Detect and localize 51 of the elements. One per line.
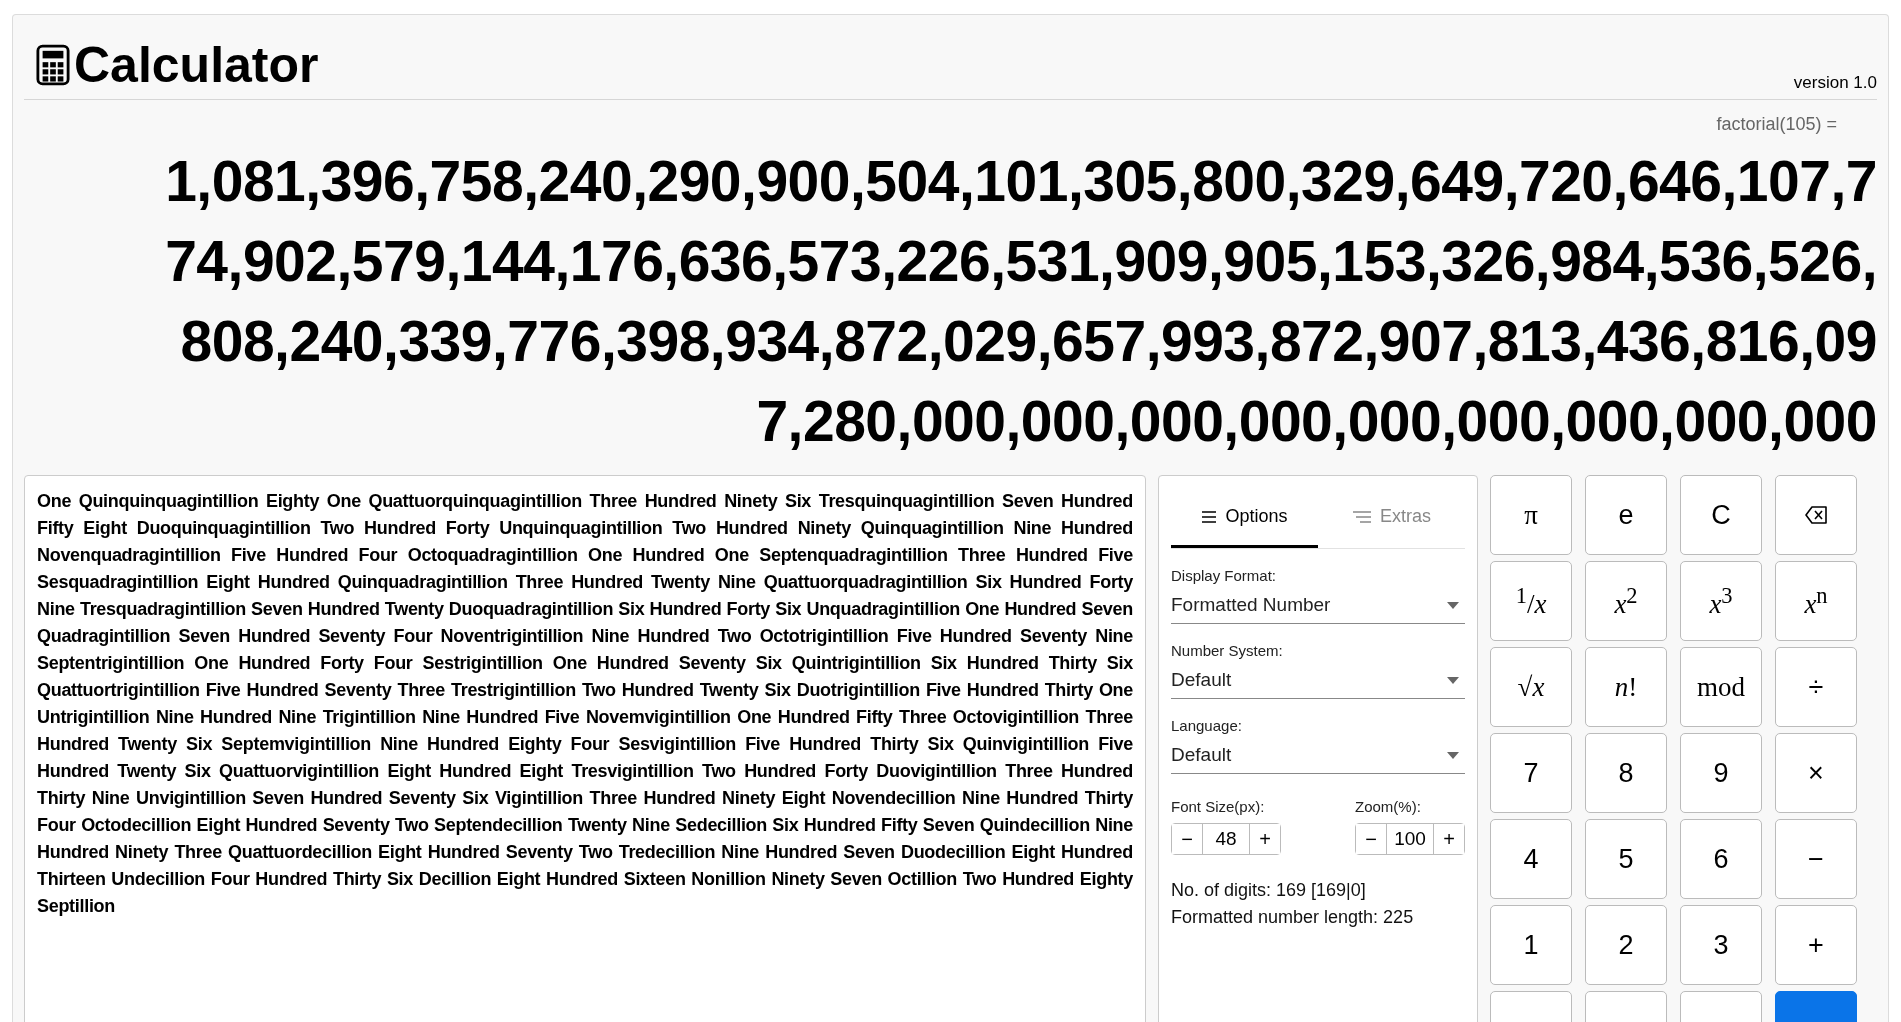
menu-icon xyxy=(1201,509,1218,524)
caret-icon xyxy=(1447,751,1459,759)
tab[interactable]: Extras xyxy=(1318,488,1465,548)
dropdown[interactable]: Formatted Number xyxy=(1171,584,1465,624)
key-button[interactable]: 1 xyxy=(1490,905,1572,985)
calculator-icon xyxy=(36,43,70,87)
key-button[interactable]: √x xyxy=(1490,647,1572,727)
field-label: Zoom(%): xyxy=(1355,798,1422,815)
key-button[interactable]: 6 xyxy=(1680,819,1762,899)
key-button[interactable]: n! xyxy=(1585,647,1667,727)
key-button[interactable]: $^{1}$/x xyxy=(1490,561,1572,641)
backspace-icon xyxy=(1805,506,1827,524)
result-number: 1,081,396,758,240,290,900,504,101,305,800,329,649,720,646,107,7 xyxy=(165,148,1877,215)
result-number: 74,902,579,144,176,636,573,226,531,909,905,153,326,984,536,526, xyxy=(165,228,1877,295)
field-label: Language: xyxy=(1171,717,1243,734)
key-button[interactable]: π xyxy=(1490,475,1572,555)
key-button[interactable]: x$^{3}$ xyxy=(1680,561,1762,641)
result-number: 808,240,339,776,398,934,872,029,657,993,872,907,813,436,816,09 xyxy=(180,308,1877,375)
key-button[interactable]: 2 xyxy=(1585,905,1667,985)
field-label: Number System: xyxy=(1171,642,1284,659)
key-button[interactable]: x$^{n}$ xyxy=(1775,561,1857,641)
field-label: Font Size(px): xyxy=(1171,798,1266,815)
tab[interactable]: Options xyxy=(1171,488,1318,548)
expression-text: factorial(105) = xyxy=(1716,114,1837,135)
key-button[interactable]: e xyxy=(1585,475,1667,555)
key-button[interactable]: 7 xyxy=(1490,733,1572,813)
number-in-words: One Quinquinquagintillion Eighty One Quattuorquinquagintillion Three Hundred Ninety Six Tresquinquagintillion Seven Hundred Fifty Eight Duoquinquagintillion Two Hundred Forty Unquinquagintillion Two Hundred Ninety Quinquagintillion Nine Hundred Novenquadragintillion Five Hundred Four Octoquadragintillion One Hundred One Septenquadragintillion Three Hundred Five Sesquadragintillion Eight Hundred Quinquadragintillion Three Hundred Twenty Nine Quattuorquadragintillion Six Hundred Forty Nine Tresquadragintillion Seven Hundred Twenty Duoquadragintillion Six Hundred Forty Six Unquadragintillion One Hundred Seven Quadragintillion Seven Hundred Seventy Four Noventrigintillion Nine Hundred Two Octotrigintillion Five Hundred Seventy Nine Septentrigintillion One Hundred Forty Four Sestrigintillion One Hundred Seventy Six Quintrigintillion Six Hundred Thirty Six Quattuortrigintillion Five Hundred Seventy Three Trestrigintillion Two Hundred Twenty Six Duotrigintillion Five Hundred Thirty One Untrigintillion Nine Hundred Nine Trigintillion Nine Hundred Five Novemvigintillion One Hundred Fifty Three Octovigintillion Three Hundred Twenty Six Septemvigintillion Nine Hundred Eighty Four Sesvigintillion Five Hundred Thirty Six Quinvigintillion Five Hundred Twenty Six Quattuorvigintillion Eight Hundred Eight Tresvigintillion Two Hundred Forty Duovigintillion Three Hundred Thirty Nine Unvigintillion Seven Hundred Seventy Six Vigintillion Three Hundred Ninety Eight Novendecillion Nine Hundred Thirty Four Octodecillion Eight Hundred Seventy Two Septendecillion Twenty Nine Sedecillion Six Hundred Fifty Seven Quindecillion Nine Hundred Ninety Three Quattuordecillion Eight Hundred Seventy Two Tredecillion Nine Hundred Seven Duodecillion Eight Hundred Thirteen Undecillion Four Hundred Thirty Six Decillion Eight Hundred Sixteen Nonillion Ninety Seven Octillion Two Hundred Eighty Septillion xyxy=(37,490,1133,918)
caret-icon xyxy=(1447,601,1459,609)
key-button[interactable]: 9 xyxy=(1680,733,1762,813)
stat-text: Formatted number length: 225 xyxy=(1171,906,1415,929)
key-button[interactable]: C xyxy=(1680,475,1762,555)
result-number: 7,280,000,000,000,000,000,000,000,000,000 xyxy=(756,388,1877,455)
version-label: version 1.0 xyxy=(1793,73,1877,93)
key-button[interactable]: 3 xyxy=(1680,905,1762,985)
app-title: Calculator xyxy=(74,37,319,93)
dropdown[interactable]: Default xyxy=(1171,734,1465,774)
caret-icon xyxy=(1447,676,1459,684)
field-label: Display Format: xyxy=(1171,567,1278,584)
key-button[interactable]: 4 xyxy=(1490,819,1572,899)
dropdown[interactable]: Default xyxy=(1171,659,1465,699)
key-button[interactable]: mod xyxy=(1680,647,1762,727)
key-button[interactable]: 5 xyxy=(1585,819,1667,899)
key-button[interactable]: x$^{2}$ xyxy=(1585,561,1667,641)
lines-icon xyxy=(1352,509,1372,524)
key-button[interactable]: × xyxy=(1775,733,1857,813)
stat-text: No. of digits: 169 [169|0] xyxy=(1171,879,1367,902)
backspace-button[interactable] xyxy=(1775,475,1857,555)
key-button[interactable]: 8 xyxy=(1585,733,1667,813)
key-button[interactable]: − xyxy=(1775,819,1857,899)
key-button[interactable]: + xyxy=(1775,905,1857,985)
key-button[interactable]: ÷ xyxy=(1775,647,1857,727)
